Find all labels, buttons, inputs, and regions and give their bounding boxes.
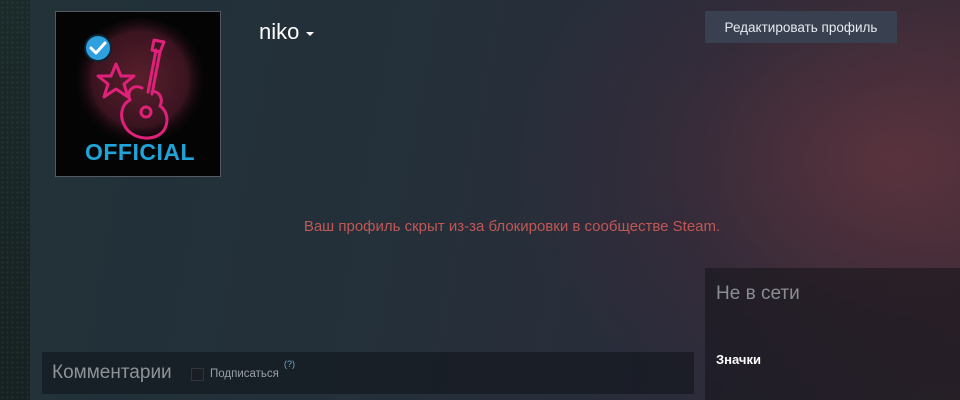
edit-profile-button[interactable]: Редактировать профиль (705, 11, 897, 43)
subscribe-checkbox[interactable] (191, 367, 204, 381)
badges-link[interactable]: Значки (716, 352, 761, 368)
ban-notice-text: Ваш профиль скрыт из-за блокировки в соо… (303, 218, 721, 235)
comments-title: Комментарии (52, 362, 172, 383)
subscribe-toggle[interactable]: Подписаться (191, 367, 279, 381)
comments-panel: Комментарии Подписаться (?) (42, 352, 694, 394)
edit-profile-label: Редактировать профиль (724, 19, 878, 35)
persona-name: niko (259, 19, 300, 44)
online-status: Не в сети (716, 283, 800, 304)
dropdown-caret-icon (306, 32, 315, 36)
verified-check-icon (84, 34, 112, 62)
avatar-art: OFFICIAL (72, 18, 208, 165)
avatar-image: OFFICIAL (56, 12, 220, 176)
avatar-text: OFFICIAL (85, 139, 195, 165)
page-side-pattern (0, 0, 30, 400)
ban-notice: Ваш профиль скрыт из-за блокировки в соо… (30, 217, 960, 237)
help-link[interactable]: (?) (284, 359, 295, 369)
subscribe-label: Подписаться (210, 368, 279, 380)
status-panel: Не в сети Значки (705, 268, 960, 400)
persona-name-dropdown[interactable]: niko (259, 19, 315, 45)
avatar[interactable]: OFFICIAL (55, 11, 221, 177)
